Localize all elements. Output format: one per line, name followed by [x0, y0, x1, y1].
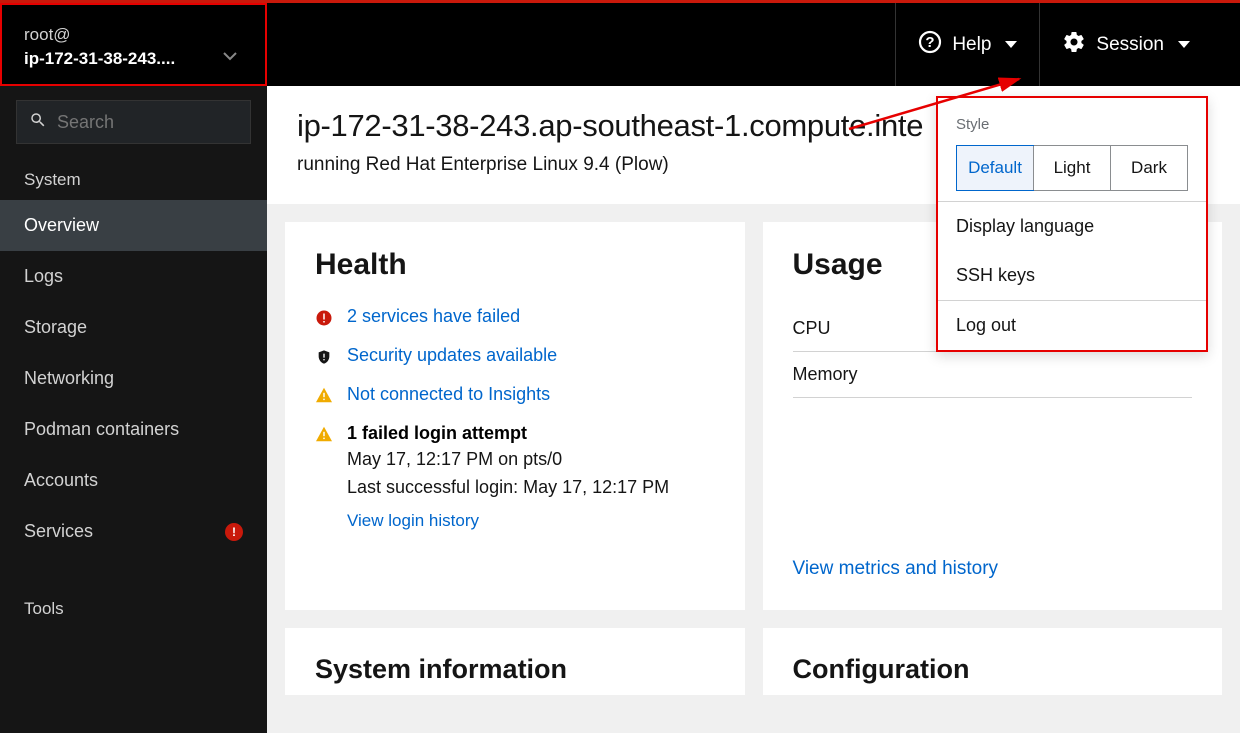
style-default[interactable]: Default — [956, 145, 1034, 191]
style-label: Style — [956, 116, 1188, 133]
failed-services-link[interactable]: 2 services have failed — [347, 306, 520, 327]
host-label: ip-172-31-38-243.... — [24, 49, 224, 69]
view-metrics-link[interactable]: View metrics and history — [793, 558, 1193, 580]
ssh-keys[interactable]: SSH keys — [938, 251, 1206, 300]
failed-login-label: 1 failed login attempt — [347, 423, 527, 444]
help-menu[interactable]: ? Help — [895, 3, 1039, 86]
health-heading: Health — [315, 248, 715, 282]
alert-icon — [225, 523, 243, 541]
search-input-wrap[interactable] — [16, 100, 251, 144]
configuration-card: Configuration — [763, 628, 1223, 695]
session-menu[interactable]: Session — [1039, 3, 1240, 86]
session-label: Session — [1096, 34, 1164, 56]
style-light[interactable]: Light — [1033, 146, 1110, 190]
chevron-down-icon — [1005, 41, 1017, 48]
nav-networking[interactable]: Networking — [0, 353, 267, 404]
configuration-heading: Configuration — [793, 654, 1193, 685]
nav-group-tools: Tools — [0, 587, 267, 629]
chevron-down-icon — [1178, 41, 1190, 48]
search-input[interactable] — [57, 112, 238, 133]
user-label: root@ — [24, 25, 247, 45]
help-label: Help — [952, 34, 991, 56]
style-segmented: Default Light Dark — [956, 145, 1188, 191]
last-success: Last successful login: May 17, 12:17 PM — [315, 474, 715, 502]
session-popover: Style Default Light Dark Display languag… — [936, 96, 1208, 352]
error-icon — [315, 306, 333, 327]
insights-link[interactable]: Not connected to Insights — [347, 384, 550, 405]
sidebar: System Overview Logs Storage Networking … — [0, 86, 267, 733]
display-language[interactable]: Display language — [938, 202, 1206, 251]
logout[interactable]: Log out — [938, 301, 1206, 350]
login-time: May 17, 12:17 PM on pts/0 — [315, 446, 715, 474]
usage-memory-row: Memory — [793, 352, 1193, 398]
top-bar: root@ ip-172-31-38-243.... ? Help Sessio… — [0, 0, 1240, 86]
warning-icon — [315, 423, 333, 442]
shield-icon — [315, 345, 333, 366]
help-icon: ? — [918, 30, 942, 60]
nav-accounts[interactable]: Accounts — [0, 455, 267, 506]
style-dark[interactable]: Dark — [1110, 146, 1187, 190]
nav-podman[interactable]: Podman containers — [0, 404, 267, 455]
nav-services[interactable]: Services — [0, 506, 267, 557]
gear-icon — [1062, 30, 1086, 60]
security-updates-link[interactable]: Security updates available — [347, 345, 557, 366]
system-info-card: System information — [285, 628, 745, 695]
view-login-history-link[interactable]: View login history — [347, 508, 479, 534]
svg-text:?: ? — [926, 34, 935, 51]
nav-logs[interactable]: Logs — [0, 251, 267, 302]
health-card: Health 2 services have failed Security u… — [285, 222, 745, 610]
nav-overview[interactable]: Overview — [0, 200, 267, 251]
chevron-down-icon — [223, 49, 237, 67]
host-switcher[interactable]: root@ ip-172-31-38-243.... — [0, 3, 267, 86]
search-icon — [29, 111, 47, 134]
nav-group-system: System — [0, 158, 267, 200]
nav-storage[interactable]: Storage — [0, 302, 267, 353]
system-info-heading: System information — [315, 654, 715, 685]
warning-icon — [315, 384, 333, 403]
